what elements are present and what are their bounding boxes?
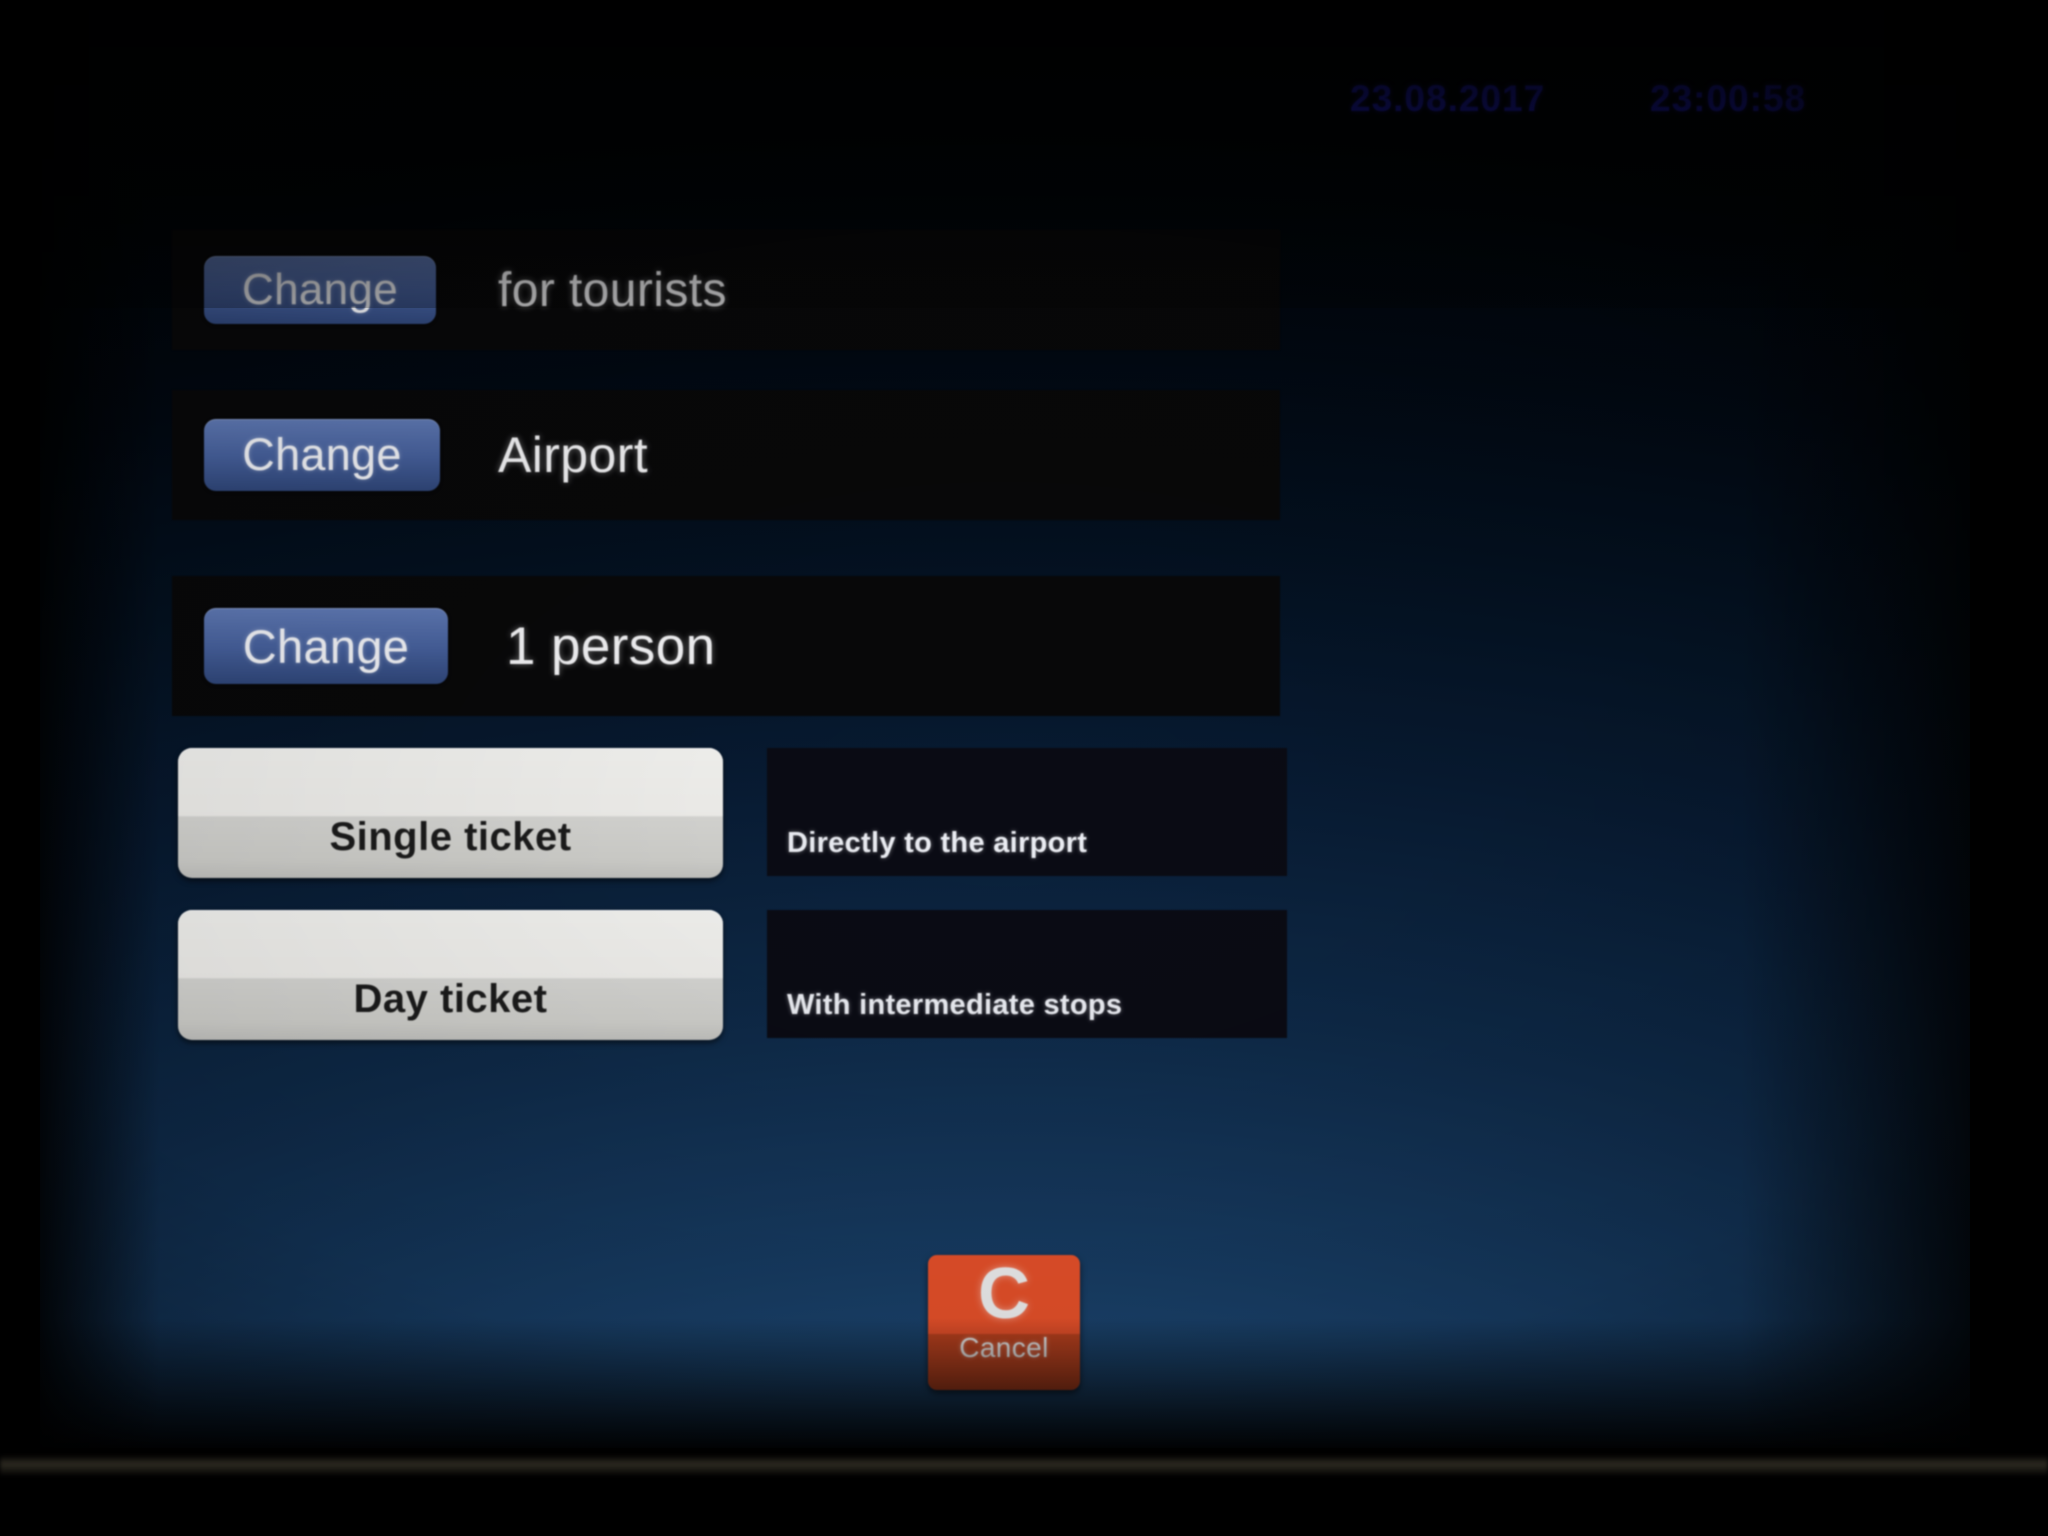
screen-content: 23.08.2017 23:00:58 Change for tourists …: [40, 8, 1970, 1448]
bezel-bottom-highlight: [0, 1455, 2048, 1475]
cancel-c-icon: C: [978, 1254, 1030, 1334]
status-time: 23:00:58: [1650, 78, 1807, 119]
day-ticket-description-text: With intermediate stops: [787, 989, 1123, 1021]
single-ticket-description-text: Directly to the airport: [787, 827, 1088, 859]
single-ticket-button-label: Single ticket: [329, 815, 572, 859]
cancel-button[interactable]: C Cancel: [928, 1255, 1080, 1390]
ticket-machine-screen: 23.08.2017 23:00:58 Change for tourists …: [40, 8, 1970, 1448]
summary-row-category: Change for tourists: [172, 230, 1280, 350]
summary-row-destination: Change Airport: [172, 390, 1280, 520]
cancel-button-label: Cancel: [959, 1331, 1049, 1363]
summary-value-category: for tourists: [498, 263, 727, 317]
summary-value-persons: 1 person: [506, 616, 716, 676]
day-ticket-button-label: Day ticket: [353, 977, 548, 1021]
change-destination-button[interactable]: Change: [204, 419, 440, 491]
change-persons-button[interactable]: Change: [204, 608, 448, 684]
status-bar: 23.08.2017 23:00:58: [40, 78, 1820, 120]
change-category-button-label: Change: [242, 265, 398, 314]
change-destination-button-label: Change: [242, 429, 402, 480]
summary-value-destination: Airport: [498, 427, 649, 483]
day-ticket-button[interactable]: Day ticket: [178, 910, 723, 1040]
status-date: 23.08.2017: [1350, 78, 1546, 119]
single-ticket-description-panel[interactable]: Directly to the airport: [767, 748, 1287, 876]
single-ticket-button[interactable]: Single ticket: [178, 748, 723, 878]
photographed-screen-frame: 23.08.2017 23:00:58 Change for tourists …: [0, 0, 2048, 1536]
change-category-button[interactable]: Change: [204, 256, 436, 324]
summary-row-persons: Change 1 person: [172, 576, 1280, 716]
day-ticket-description-panel[interactable]: With intermediate stops: [767, 910, 1287, 1038]
change-persons-button-label: Change: [242, 619, 410, 673]
